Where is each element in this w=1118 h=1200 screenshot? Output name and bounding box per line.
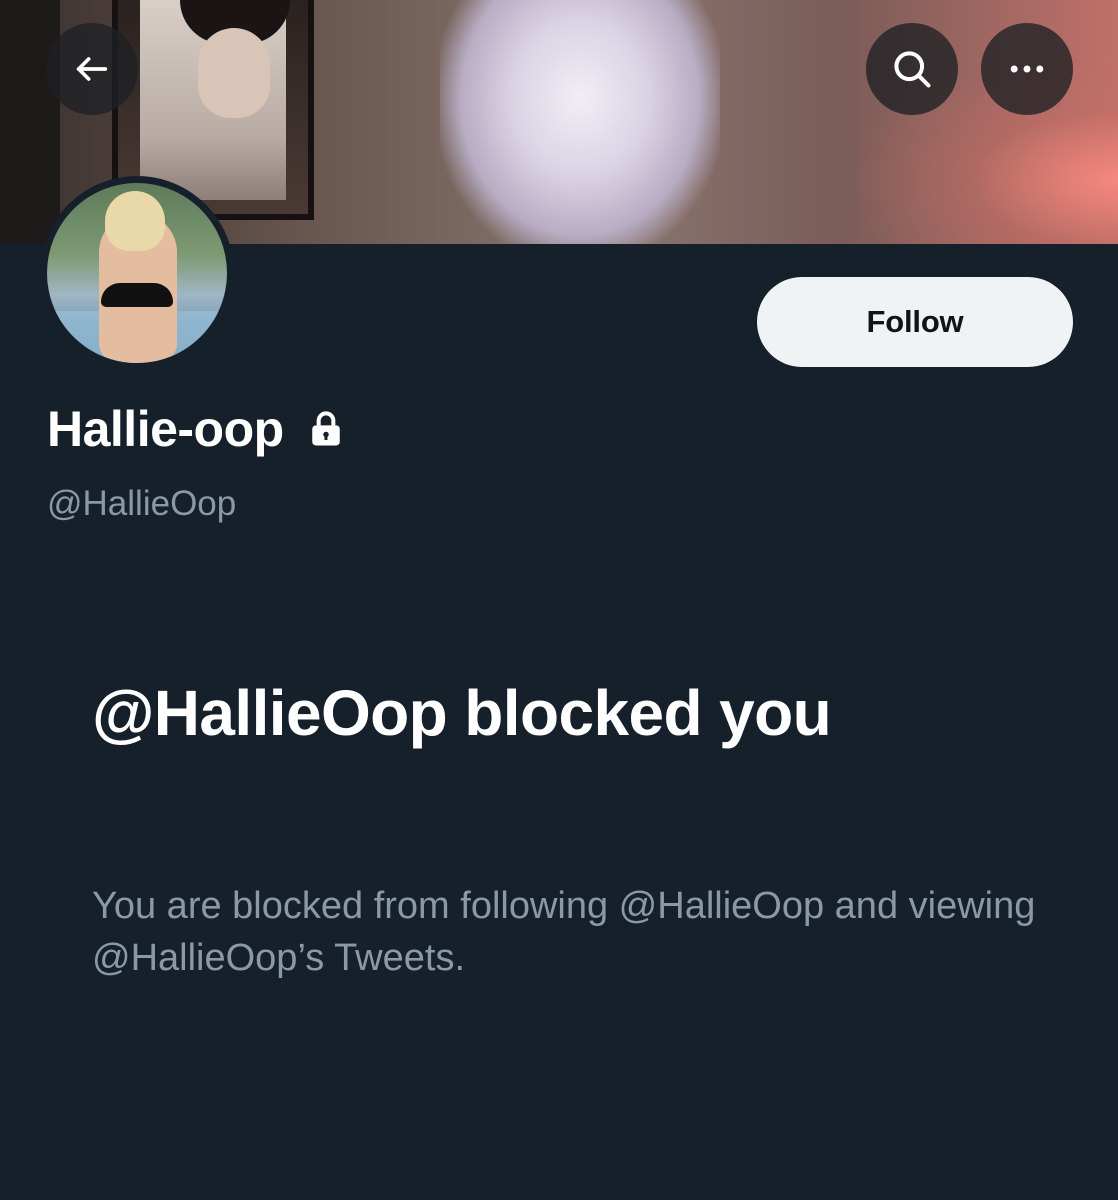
lock-icon — [304, 407, 348, 451]
profile-handle: @HallieOop — [47, 484, 237, 523]
search-icon — [894, 51, 931, 88]
blocked-description: You are blocked from following @HallieOo… — [92, 885, 1036, 979]
avatar-image — [47, 183, 227, 363]
profile-name-row: Hallie-oop — [47, 400, 348, 458]
banner-wall — [0, 0, 60, 244]
banner-christmas-tree — [440, 0, 720, 244]
display-name: Hallie-oop — [47, 401, 284, 457]
search-button[interactable] — [866, 23, 958, 115]
more-options-button[interactable] — [981, 23, 1073, 115]
back-button[interactable] — [46, 23, 138, 115]
arrow-left-icon — [76, 57, 108, 81]
more-horizontal-icon — [1010, 65, 1044, 73]
profile-avatar[interactable] — [40, 176, 234, 370]
blocked-title: @HallieOop blocked you — [92, 677, 832, 749]
follow-button[interactable]: Follow — [757, 277, 1073, 367]
